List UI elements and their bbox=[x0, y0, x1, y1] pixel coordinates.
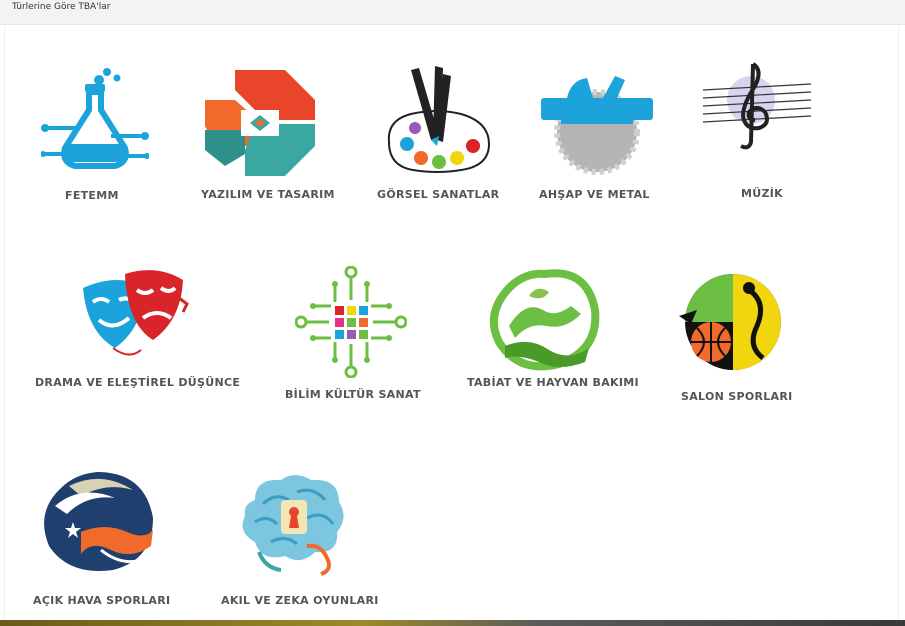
category-label: AÇIK HAVA SPORLARI bbox=[33, 594, 171, 607]
category-label: AHŞAP VE METAL bbox=[539, 188, 650, 201]
page-title: Türlerine Göre TBA'lar bbox=[12, 2, 111, 12]
category-card-fetemm[interactable]: FETEMM bbox=[25, 64, 165, 214]
brain-keyhole-icon bbox=[242, 475, 344, 576]
category-card-muzik[interactable]: MÜZİK bbox=[691, 56, 841, 206]
outdoor-sports-moon-icon bbox=[44, 472, 153, 571]
software-design-icon bbox=[205, 70, 315, 176]
category-card-tabiat[interactable]: TABİAT VE HAYVAN BAKIMI bbox=[459, 264, 639, 404]
category-label: AKIL VE ZEKA OYUNLARI bbox=[221, 594, 379, 607]
indoor-sports-ball-icon bbox=[679, 274, 781, 370]
bottom-decorative-bar bbox=[0, 620, 905, 626]
category-label: TABİAT VE HAYVAN BAKIMI bbox=[467, 376, 639, 389]
category-card-ahsap-ve-metal[interactable]: AHŞAP VE METAL bbox=[525, 64, 675, 214]
category-label: YAZILIM VE TASARIM bbox=[201, 188, 335, 201]
category-label: FETEMM bbox=[65, 189, 119, 202]
category-label: SALON SPORLARI bbox=[681, 390, 793, 403]
category-card-akil-ve-zeka-oyunlari[interactable]: AKIL VE ZEKA OYUNLARI bbox=[215, 468, 385, 618]
category-card-salon-sporlari[interactable]: SALON SPORLARI bbox=[657, 264, 817, 404]
treble-clef-icon bbox=[702, 62, 812, 150]
theater-masks-icon bbox=[83, 270, 189, 356]
category-label: MÜZİK bbox=[741, 187, 783, 200]
category-card-gorsel-sanatlar[interactable]: GÖRSEL SANATLAR bbox=[365, 64, 515, 214]
palette-brushes-icon bbox=[387, 66, 491, 173]
category-label: GÖRSEL SANATLAR bbox=[377, 188, 500, 201]
categories-panel: FETEMM YAZILIM VE TASARIM GÖRSEL SANATLA… bbox=[4, 26, 899, 620]
category-card-bilim-kultur-sanat[interactable]: BİLİM KÜLTÜR SANAT bbox=[281, 264, 431, 404]
category-label: BİLİM KÜLTÜR SANAT bbox=[285, 388, 421, 401]
category-card-acik-hava-sporlari[interactable]: AÇIK HAVA SPORLARI bbox=[33, 468, 193, 618]
category-label: DRAMA VE ELEŞTİREL DÜŞÜNCE bbox=[35, 376, 241, 389]
category-card-drama[interactable]: DRAMA VE ELEŞTİREL DÜŞÜNCE bbox=[27, 264, 247, 394]
nature-leaf-icon bbox=[489, 269, 600, 371]
category-card-yazilim-ve-tasarim[interactable]: YAZILIM VE TASARIM bbox=[195, 64, 335, 214]
saw-plane-icon bbox=[541, 76, 653, 175]
circuit-dots-icon bbox=[295, 266, 407, 378]
science-flask-icon bbox=[41, 68, 149, 169]
page-header: Türlerine Göre TBA'lar bbox=[0, 0, 905, 25]
